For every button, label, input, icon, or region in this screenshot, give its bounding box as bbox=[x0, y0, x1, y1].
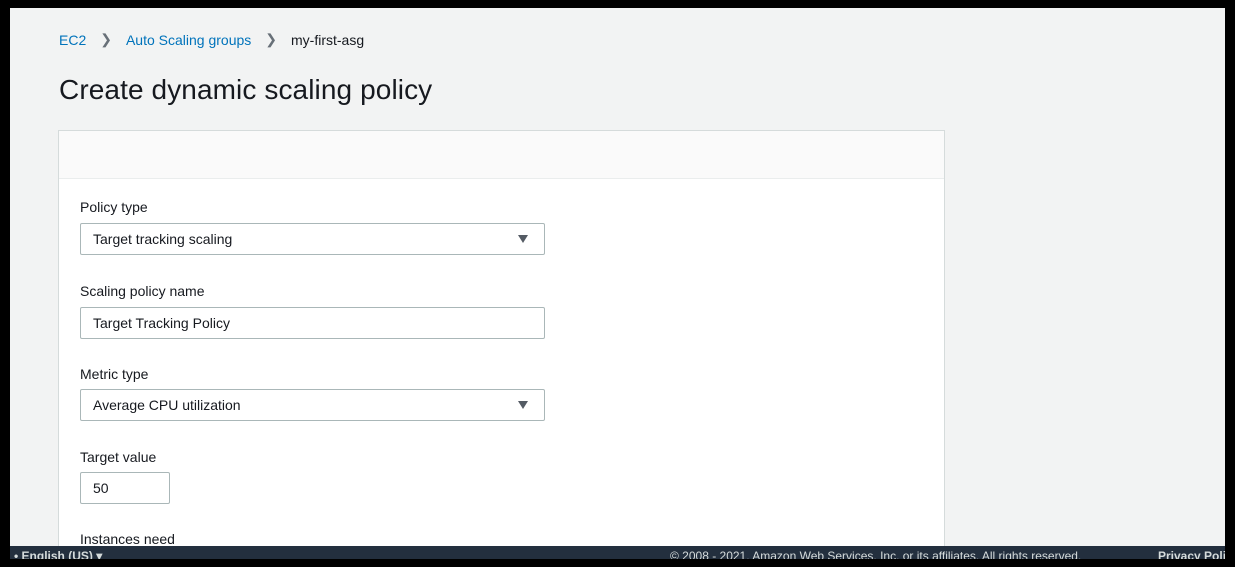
caret-down-icon bbox=[518, 235, 528, 243]
instances-need-label: Instances need bbox=[80, 531, 175, 547]
panel-header bbox=[59, 131, 944, 179]
breadcrumb-current: my-first-asg bbox=[291, 31, 365, 48]
caret-down-icon bbox=[518, 401, 528, 409]
metric-type-select[interactable]: Average CPU utilization bbox=[80, 389, 545, 421]
target-value-label: Target value bbox=[80, 449, 157, 465]
privacy-policy-link[interactable]: Privacy Poli bbox=[1158, 549, 1225, 559]
policy-type-value: Target tracking scaling bbox=[93, 231, 233, 247]
metric-type-label: Metric type bbox=[80, 366, 149, 382]
policy-form-panel: Policy type Target tracking scaling Scal… bbox=[58, 130, 945, 559]
target-value-value: 50 bbox=[93, 480, 109, 496]
language-selector[interactable]: • English (US) ▾ bbox=[14, 549, 102, 559]
chevron-right-icon: ❯ bbox=[100, 31, 112, 47]
target-value-input[interactable]: 50 bbox=[80, 472, 170, 504]
chevron-right-icon: ❯ bbox=[265, 31, 278, 47]
copyright-text: © 2008 - 2021, Amazon Web Services, Inc.… bbox=[670, 549, 1082, 559]
console-footer: • English (US) ▾ © 2008 - 2021, Amazon W… bbox=[10, 546, 1225, 559]
breadcrumb-link-auto-scaling-groups[interactable]: Auto Scaling groups bbox=[126, 32, 251, 48]
policy-type-label: Policy type bbox=[80, 199, 148, 215]
breadcrumb-link-ec2[interactable]: EC2 bbox=[59, 32, 86, 48]
policy-type-select[interactable]: Target tracking scaling bbox=[80, 223, 545, 255]
page-title: Create dynamic scaling policy bbox=[59, 74, 433, 105]
policy-name-input[interactable]: Target Tracking Policy bbox=[80, 307, 545, 339]
console-window: EC2 ❯ Auto Scaling groups ❯ my-first-asg… bbox=[10, 8, 1225, 559]
metric-type-value: Average CPU utilization bbox=[93, 397, 241, 413]
policy-name-value: Target Tracking Policy bbox=[93, 315, 230, 331]
breadcrumb: EC2 ❯ Auto Scaling groups ❯ my-first-asg bbox=[59, 31, 364, 48]
policy-name-label: Scaling policy name bbox=[80, 283, 205, 299]
